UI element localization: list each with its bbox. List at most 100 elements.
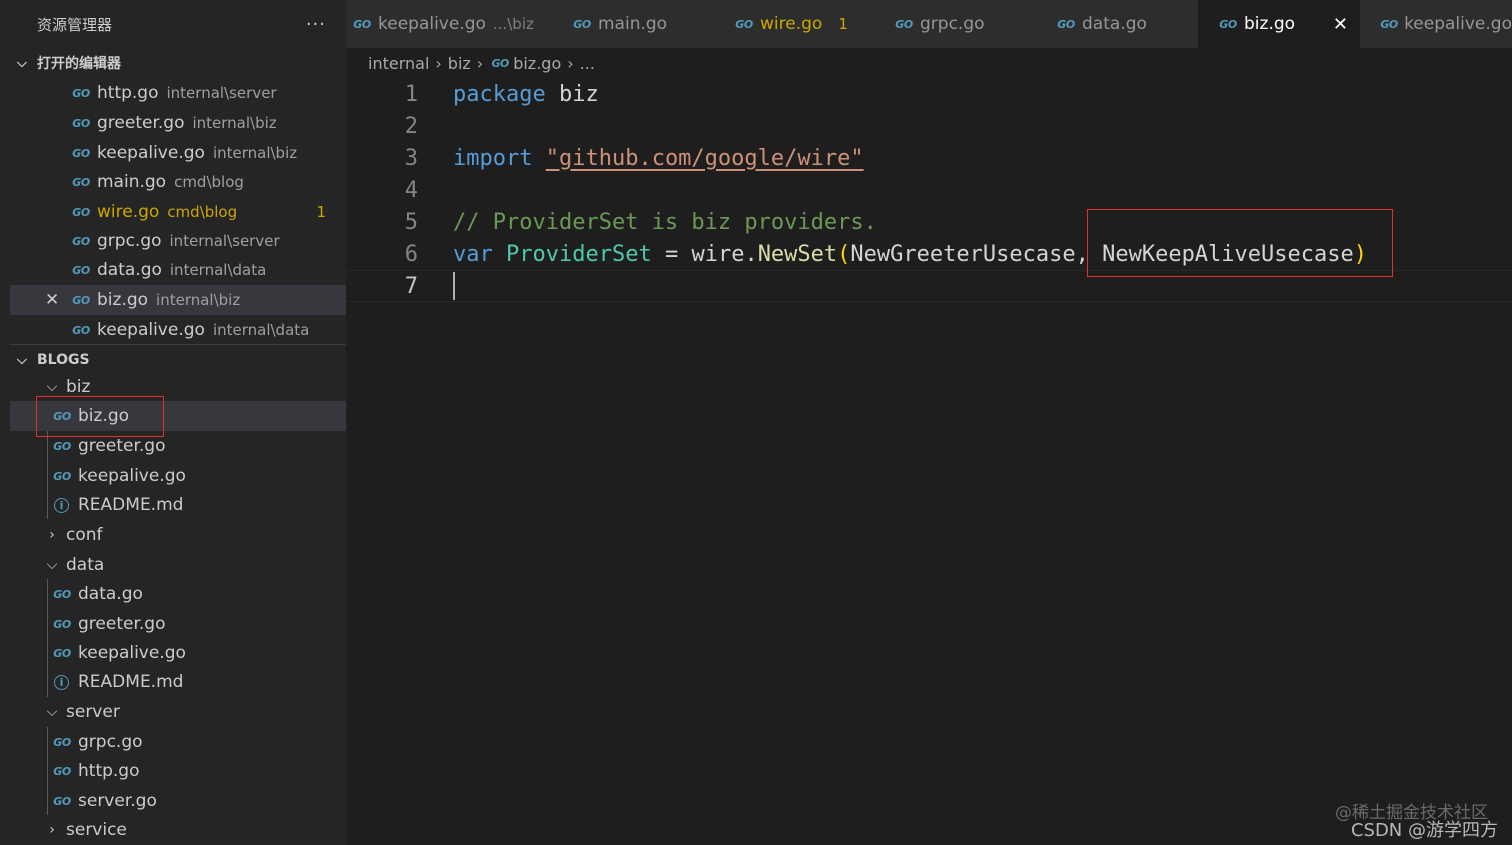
tree-file[interactable]: GO keepalive.go xyxy=(10,461,346,491)
go-file-icon: GO xyxy=(1057,17,1075,31)
tree-file[interactable]: i README.md xyxy=(10,490,346,520)
tree-file[interactable]: GO data.go xyxy=(10,579,346,609)
open-editors-section-header[interactable]: ⌵ 打开的编辑器 xyxy=(10,48,346,78)
go-file-icon: GO xyxy=(53,617,71,631)
tree-file[interactable]: i README.md xyxy=(10,667,346,697)
tab-label: data.go xyxy=(1082,14,1147,34)
close-tab-icon[interactable]: ✕ xyxy=(1333,14,1348,35)
open-editor-item[interactable]: GO main.go cmd\blog xyxy=(10,167,346,197)
tab-grpc-go[interactable]: GO grpc.go xyxy=(874,0,1036,48)
go-file-icon: GO xyxy=(1219,17,1237,31)
file-name: greeter.go xyxy=(97,113,185,133)
explorer-sidebar: 资源管理器 ··· ⌵ 打开的编辑器 GO http.go internal\s… xyxy=(0,0,346,845)
code-function: NewSet xyxy=(757,241,838,267)
tab-label: wire.go xyxy=(760,14,823,34)
watermark-csdn: CSDN @游学四方 xyxy=(1350,820,1498,841)
chevron-right-icon: › xyxy=(567,53,574,73)
tab-label: keepalive.go xyxy=(1404,14,1512,34)
open-editor-item[interactable]: GO grpc.go internal\server xyxy=(10,226,346,256)
breadcrumb-item[interactable]: ... xyxy=(580,54,595,73)
editor-tab-bar: GO keepalive.go ...\biz GO main.go GO wi… xyxy=(346,0,1512,48)
code-keyword: import xyxy=(453,145,533,171)
go-file-icon: GO xyxy=(72,116,90,130)
file-path: internal\server xyxy=(166,84,277,102)
folder-service[interactable]: › service xyxy=(10,815,346,845)
folder-server[interactable]: ⌵ server xyxy=(10,697,346,727)
file-path: internal\biz xyxy=(212,144,298,162)
chevron-down-icon: ⌵ xyxy=(46,704,58,720)
open-editor-item[interactable]: GO data.go internal\data xyxy=(10,255,346,285)
open-editor-item[interactable]: GO keepalive.go internal\biz xyxy=(10,138,346,168)
file-name: keepalive.go xyxy=(78,466,186,486)
explorer-header: 资源管理器 ··· xyxy=(0,0,346,48)
close-icon[interactable]: ✕ xyxy=(45,290,59,310)
tab-wire-go[interactable]: GO wire.go 1 xyxy=(714,0,874,48)
more-actions-icon[interactable]: ··· xyxy=(306,14,326,35)
code-comment: // ProviderSet is biz providers. xyxy=(453,209,877,235)
go-file-icon: GO xyxy=(72,293,90,307)
code-line: 1 package biz xyxy=(346,78,1512,110)
folder-conf[interactable]: › conf xyxy=(10,520,346,550)
folder-name: conf xyxy=(66,525,103,545)
breadcrumb-item[interactable]: biz xyxy=(448,54,471,73)
tab-keepalive-biz[interactable]: GO keepalive.go ...\biz xyxy=(346,0,552,48)
go-file-icon: GO xyxy=(72,175,90,189)
blogs-section-header[interactable]: ⌵ BLOGS xyxy=(10,344,346,375)
file-name: grpc.go xyxy=(97,231,162,251)
folder-name: service xyxy=(66,820,127,840)
tab-keepalive-data[interactable]: GO keepalive.go xyxy=(1360,0,1512,48)
code-variable: ProviderSet xyxy=(506,241,652,267)
go-file-icon: GO xyxy=(1380,17,1398,31)
breadcrumb-item[interactable]: internal xyxy=(368,54,429,73)
file-name: data.go xyxy=(78,584,143,604)
breadcrumb-item[interactable]: biz.go xyxy=(513,54,561,73)
file-path: internal\data xyxy=(169,261,267,279)
code-line: 2 xyxy=(346,110,1512,142)
project-heading: BLOGS xyxy=(37,352,90,368)
file-path: cmd\blog xyxy=(174,173,244,191)
go-file-icon: GO xyxy=(53,764,71,778)
open-editor-item-active[interactable]: ✕ GO biz.go internal\biz xyxy=(10,285,346,315)
line-number: 1 xyxy=(404,81,418,107)
chevron-right-icon: › xyxy=(49,822,55,838)
file-name: README.md xyxy=(78,672,184,692)
tab-label: keepalive.go xyxy=(378,14,486,34)
chevron-right-icon: › xyxy=(476,53,484,73)
code-string: "github.com/google/wire" xyxy=(545,145,864,171)
file-name: keepalive.go xyxy=(97,320,205,340)
tree-file[interactable]: GO http.go xyxy=(10,756,346,786)
tab-biz-go-active[interactable]: GO biz.go ✕ xyxy=(1198,0,1360,48)
info-icon: i xyxy=(54,674,69,690)
tree-file[interactable]: GO server.go xyxy=(10,786,346,816)
file-path: cmd\blog xyxy=(167,203,238,221)
file-name: http.go xyxy=(78,761,140,781)
code-dot: . xyxy=(744,241,758,267)
tab-main-go[interactable]: GO main.go xyxy=(552,0,714,48)
chevron-right-icon: › xyxy=(49,527,55,543)
file-path: internal\server xyxy=(169,232,280,250)
open-editor-item[interactable]: GO http.go internal\server xyxy=(10,78,346,108)
tab-path: ...\biz xyxy=(492,15,534,33)
highlight-box xyxy=(36,396,164,437)
tab-data-go[interactable]: GO data.go xyxy=(1036,0,1198,48)
open-editor-item[interactable]: GO greeter.go internal\biz xyxy=(10,108,346,138)
go-file-icon: GO xyxy=(72,234,90,248)
go-file-icon: GO xyxy=(72,323,90,337)
chevron-right-icon: › xyxy=(435,53,442,73)
open-editor-item[interactable]: GO keepalive.go internal\data xyxy=(10,315,346,345)
text-cursor xyxy=(453,272,455,300)
go-file-icon: GO xyxy=(53,735,71,749)
code-editor[interactable]: 1 package biz 2 3 import "github.com/goo… xyxy=(346,78,1512,845)
go-file-icon: GO xyxy=(53,794,71,808)
file-name: keepalive.go xyxy=(78,643,186,663)
tree-file[interactable]: GO greeter.go xyxy=(10,609,346,639)
tree-file[interactable]: GO keepalive.go xyxy=(10,638,346,668)
folder-data[interactable]: ⌵ data xyxy=(10,550,346,580)
info-icon: i xyxy=(54,497,69,513)
open-editor-item-modified[interactable]: GO wire.go cmd\blog 1 xyxy=(10,197,346,227)
chevron-down-icon: ⌵ xyxy=(17,352,27,368)
go-file-icon: GO xyxy=(895,17,913,31)
tree-file[interactable]: GO grpc.go xyxy=(10,727,346,757)
code-keyword: var xyxy=(453,241,493,267)
file-name: server.go xyxy=(78,791,157,811)
